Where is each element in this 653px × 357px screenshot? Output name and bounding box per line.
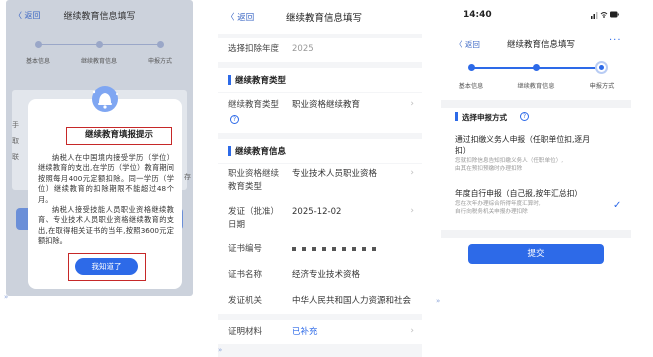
step-dot-1	[468, 64, 475, 71]
step-indicator: 基本信息 继续教育信息 申报方式	[6, 34, 193, 70]
step-dot-2	[96, 41, 103, 48]
info-value: 经济专业技术资格	[292, 270, 361, 280]
section-bar	[455, 112, 458, 121]
status-time: 14:40	[463, 10, 492, 20]
section-header-info: 继续教育信息	[218, 139, 422, 163]
ok-button[interactable]: 我知道了	[75, 258, 138, 275]
option-desc: 自行向税务机关申报办理扣除	[455, 209, 528, 215]
divider	[441, 100, 631, 108]
modal-title: 继续教育填报提示	[66, 127, 172, 145]
panel-edu-tip-modal: 〈 返回 继续教育信息填写 基本信息 继续教育信息 申报方式 手 取 联 存 继…	[6, 0, 193, 296]
section-bar	[228, 146, 231, 156]
option-desc: 由其在预扣预缴时办理扣除	[455, 166, 523, 172]
material-row[interactable]: 证明材料 已补充 ›	[218, 320, 422, 344]
nav-bar: 〈 返回 继续教育信息填写	[6, 0, 193, 34]
info-label: 证书编号	[228, 244, 263, 254]
background-text: 联	[12, 153, 19, 161]
edu-type-label: 继续教育类型	[228, 100, 280, 110]
check-icon: ✓	[613, 200, 622, 211]
info-value: 中华人民共和国人力资源和社会	[292, 296, 412, 306]
panel-declare-method: 14:40 〈 返回 继续教育信息填写 ··· 基本信息 继续教育信息 申报方式…	[441, 0, 631, 296]
step-label-method: 申报方式	[589, 83, 615, 90]
step-label-edu: 继续教育信息	[80, 58, 117, 65]
option-withholding[interactable]: 通过扣缴义务人申报（任职单位扣,逐月 扣） 您就扣除信息告知扣缴义务人（任职单位…	[441, 128, 631, 178]
nav-bar: 〈 返回 继续教育信息填写	[218, 0, 422, 34]
page-title: 继续教育信息填写	[63, 12, 136, 22]
info-label: 发证机关	[228, 296, 263, 306]
step-dot-3	[157, 41, 164, 48]
chevron-right-icon: ›	[410, 326, 414, 336]
step-dot-1	[35, 41, 42, 48]
info-label: 证书名称	[228, 270, 263, 280]
ok-button-highlight: 我知道了	[68, 253, 146, 281]
option-desc: 您在次年办理综合所得年度汇算时,	[455, 201, 541, 207]
modal-paragraph: 纳税人在中国境内接受学历（学位）继续教育的支出,在学历（学位）教育期间按照每月4…	[38, 153, 174, 204]
step-dot-2	[533, 64, 540, 71]
chevron-right-icon: ›	[410, 206, 414, 216]
section-title: 选择申报方式	[462, 113, 507, 122]
back-button[interactable]: 〈 返回	[455, 39, 480, 50]
status-icons	[591, 10, 619, 21]
year-row[interactable]: 选择扣除年度 2025	[218, 38, 422, 62]
question-circle-icon[interactable]: ?	[520, 112, 529, 121]
chevron-right-icon: ›	[410, 99, 414, 109]
modal-body: 纳税人在中国境内接受学历（学位）继续教育的支出,在学历（学位）教育期间按照每月4…	[38, 153, 174, 251]
step-label-basic: 基本信息	[458, 83, 484, 90]
info-row-cert-name[interactable]: 证书名称 经济专业技术资格	[218, 262, 422, 288]
panel-edu-info-form: 〈 返回 继续教育信息填写 选择扣除年度 2025 继续教育类型 继续教育类型 …	[218, 0, 422, 357]
divider	[441, 230, 631, 238]
chevron-right-icon: ›	[410, 168, 414, 178]
option-desc: 您就扣除信息告知扣缴义务人（任职单位）,	[455, 158, 564, 164]
info-value: 2025-12-02	[292, 207, 342, 217]
info-row-issuer[interactable]: 发证机关 中华人民共和国人力资源和社会	[218, 288, 422, 314]
separator-mark: »	[4, 293, 9, 301]
material-label: 证明材料	[228, 327, 263, 337]
section-title: 继续教育信息	[235, 147, 287, 157]
info-label: 职业资格继续教育类型	[228, 169, 280, 192]
edu-type-row[interactable]: 继续教育类型 ? 职业资格继续教育 ›	[218, 93, 422, 133]
option-title-cont: 扣）	[455, 146, 471, 155]
page-title: 继续教育信息填写	[286, 13, 363, 24]
option-title: 通过扣缴义务人申报（任职单位扣,逐月	[455, 135, 591, 144]
section-bar	[228, 75, 231, 85]
bell-icon	[85, 85, 125, 113]
step-label-edu: 继续教育信息	[517, 83, 555, 90]
material-value: 已补充	[292, 327, 318, 337]
step-label-basic: 基本信息	[25, 58, 50, 65]
year-label: 选择扣除年度	[228, 44, 280, 54]
step-dot-current	[595, 61, 608, 74]
submit-button[interactable]: 提交	[468, 244, 604, 264]
separator-mark: »	[218, 346, 223, 354]
tip-modal: 继续教育填报提示 纳税人在中国境内接受学历（学位）继续教育的支出,在学历（学位）…	[28, 86, 182, 289]
back-button[interactable]: 〈 返回	[226, 11, 254, 23]
section-header-type: 继续教育类型	[218, 68, 422, 92]
info-row-cert-type[interactable]: 职业资格继续教育类型 专业技术人员职业资格 ›	[218, 164, 422, 198]
edu-type-value: 职业资格继续教育	[292, 100, 361, 110]
option-title: 年度自行申报（自己报,按年汇总扣）	[455, 189, 583, 198]
modal-paragraph: 纳税人接受技能人员职业资格继续教育、专业技术人员职业资格继续教育的支出,在取得相…	[38, 205, 174, 246]
more-menu-icon[interactable]: ···	[609, 35, 622, 46]
question-circle-icon[interactable]: ?	[230, 115, 239, 124]
section-title: 继续教育类型	[235, 76, 287, 86]
info-row-cert-number[interactable]: 证书编号	[218, 236, 422, 262]
year-value: 2025	[292, 44, 314, 54]
background-text: 取	[12, 137, 19, 145]
info-value: 专业技术人员职业资格	[292, 169, 378, 179]
page-title: 继续教育信息填写	[507, 40, 576, 50]
cert-number-masked	[292, 243, 382, 256]
background-text: 手	[12, 121, 19, 129]
info-row-issue-date[interactable]: 发证（批准）日期 2025-12-02 ›	[218, 198, 422, 236]
background-text: 存	[184, 173, 191, 181]
separator-mark: »	[436, 297, 441, 305]
step-indicator: 基本信息 继续教育信息 申报方式	[441, 58, 631, 98]
option-self-annual[interactable]: 年度自行申报（自己报,按年汇总扣） 您在次年办理综合所得年度汇算时, 自行向税务…	[441, 180, 631, 220]
step-label-method: 申报方式	[147, 58, 172, 65]
info-label: 发证（批准）日期	[228, 207, 275, 230]
